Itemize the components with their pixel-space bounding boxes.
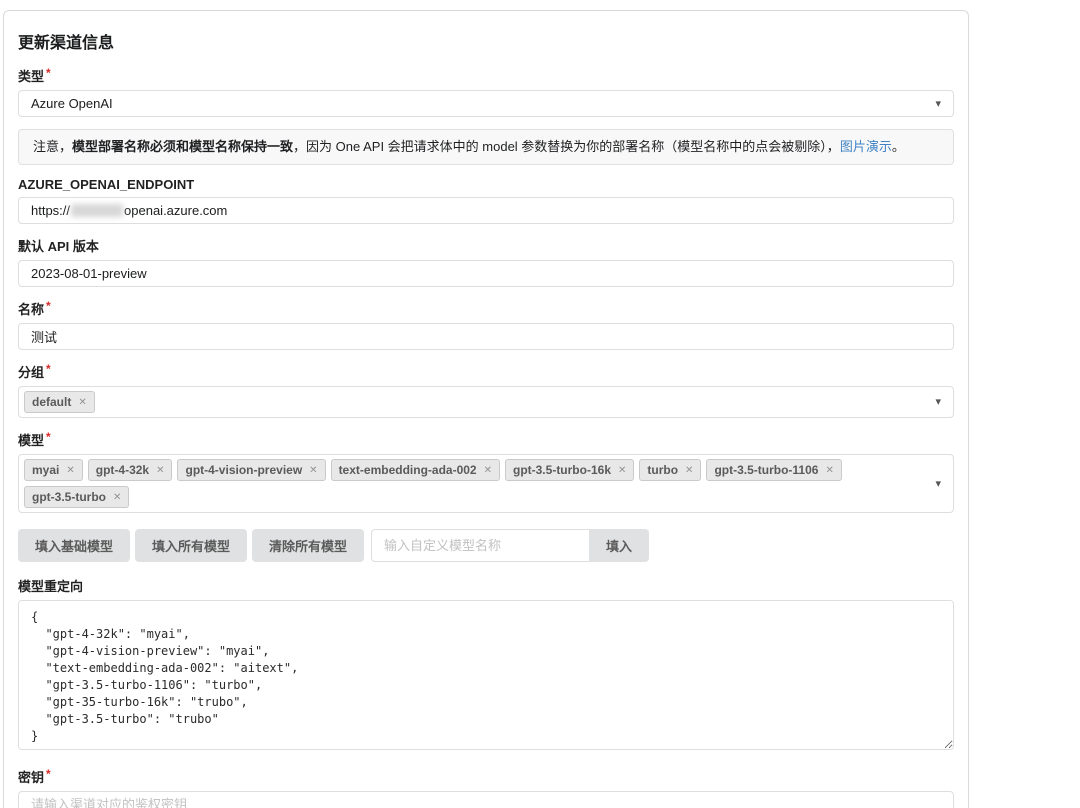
- name-label-text: 名称: [18, 302, 44, 317]
- fill-all-models-button[interactable]: 填入所有模型: [135, 529, 247, 562]
- required-asterisk: *: [46, 767, 51, 781]
- api-version-label: 默认 API 版本: [18, 236, 954, 255]
- group-label-text: 分组: [18, 365, 44, 380]
- models-multiselect[interactable]: myai✕gpt-4-32k✕gpt-4-vision-preview✕text…: [18, 454, 954, 513]
- custom-model-group: 填入: [371, 529, 649, 562]
- tag-delete-icon[interactable]: ✕: [156, 465, 164, 476]
- field-api-version: 默认 API 版本: [18, 236, 954, 287]
- image-demo-link[interactable]: 图片演示: [840, 139, 892, 154]
- name-label: 名称*: [18, 299, 954, 318]
- tag-delete-icon[interactable]: ✕: [685, 465, 693, 476]
- selected-tag[interactable]: text-embedding-ada-002 ✕: [331, 459, 500, 481]
- tag-label: gpt-4-32k: [96, 463, 149, 477]
- tag-label: text-embedding-ada-002: [339, 463, 477, 477]
- selected-tag[interactable]: gpt-3.5-turbo ✕: [24, 486, 129, 508]
- field-group: 分组* default ✕ ▾: [18, 362, 954, 418]
- custom-model-input[interactable]: [371, 529, 589, 562]
- key-label: 密钥*: [18, 767, 954, 786]
- tag-label: gpt-3.5-turbo-16k: [513, 463, 611, 477]
- chevron-down-icon: ▾: [935, 395, 941, 408]
- required-asterisk: *: [46, 430, 51, 444]
- key-label-text: 密钥: [18, 770, 44, 785]
- endpoint-label: AZURE_OPENAI_ENDPOINT: [18, 177, 954, 192]
- tag-delete-icon[interactable]: ✕: [78, 397, 86, 408]
- tag-label: gpt-3.5-turbo-1106: [714, 463, 818, 477]
- tag-label: myai: [32, 463, 59, 477]
- endpoint-value-prefix: https://: [31, 203, 70, 218]
- notice-bold: 模型部署名称必须和模型名称保持一致: [72, 139, 293, 154]
- model-mapping-label: 模型重定向: [18, 576, 954, 595]
- notice-middle: ，因为 One API 会把请求体中的 model 参数替换为你的部署名称（模型…: [293, 139, 840, 154]
- notice-suffix: 。: [892, 139, 905, 154]
- page-title: 更新渠道信息: [18, 29, 954, 53]
- tag-delete-icon[interactable]: ✕: [113, 492, 121, 503]
- models-label: 模型*: [18, 430, 954, 449]
- models-label-text: 模型: [18, 433, 44, 448]
- notice-prefix: 注意，: [33, 139, 72, 154]
- fill-custom-model-button[interactable]: 填入: [589, 529, 649, 562]
- field-name: 名称*: [18, 299, 954, 350]
- selected-tag[interactable]: default ✕: [24, 391, 95, 413]
- notice-message: 注意，模型部署名称必须和模型名称保持一致，因为 One API 会把请求体中的 …: [18, 129, 954, 165]
- model-mapping-textarea[interactable]: { "gpt-4-32k": "myai", "gpt-4-vision-pre…: [18, 600, 954, 750]
- selected-tag[interactable]: myai ✕: [24, 459, 83, 481]
- type-select-value: Azure OpenAI: [31, 96, 113, 111]
- endpoint-value-suffix: openai.azure.com: [124, 203, 227, 218]
- tag-delete-icon[interactable]: ✕: [309, 465, 317, 476]
- selected-tag[interactable]: gpt-3.5-turbo-1106 ✕: [706, 459, 841, 481]
- type-label-text: 类型: [18, 69, 44, 84]
- tag-label: gpt-3.5-turbo: [32, 490, 106, 504]
- selected-tag[interactable]: gpt-4-vision-preview ✕: [177, 459, 325, 481]
- tag-delete-icon[interactable]: ✕: [484, 465, 492, 476]
- selected-tag[interactable]: turbo ✕: [639, 459, 701, 481]
- tag-delete-icon[interactable]: ✕: [618, 465, 626, 476]
- tag-delete-icon[interactable]: ✕: [66, 465, 74, 476]
- tag-delete-icon[interactable]: ✕: [825, 465, 833, 476]
- required-asterisk: *: [46, 362, 51, 376]
- model-tools-row: 填入基础模型 填入所有模型 清除所有模型 填入: [18, 529, 954, 562]
- group-label: 分组*: [18, 362, 954, 381]
- tag-label: turbo: [647, 463, 678, 477]
- clear-all-models-button[interactable]: 清除所有模型: [252, 529, 364, 562]
- name-input[interactable]: [18, 323, 954, 350]
- chevron-down-icon: ▾: [935, 96, 941, 109]
- endpoint-redacted-segment: [71, 204, 123, 217]
- endpoint-input[interactable]: https:// openai.azure.com: [18, 197, 954, 224]
- field-model-mapping: 模型重定向 { "gpt-4-32k": "myai", "gpt-4-visi…: [18, 576, 954, 755]
- key-input[interactable]: [18, 791, 954, 808]
- selected-tag[interactable]: gpt-3.5-turbo-16k ✕: [505, 459, 634, 481]
- type-select[interactable]: Azure OpenAI ▾: [18, 90, 954, 117]
- field-key: 密钥*: [18, 767, 954, 808]
- selected-tag[interactable]: gpt-4-32k ✕: [88, 459, 173, 481]
- channel-edit-card: 更新渠道信息 类型* Azure OpenAI ▾ 注意，模型部署名称必须和模型…: [3, 10, 969, 808]
- field-endpoint: AZURE_OPENAI_ENDPOINT https:// openai.azu…: [18, 177, 954, 224]
- chevron-down-icon: ▾: [935, 476, 941, 489]
- tag-label: gpt-4-vision-preview: [185, 463, 302, 477]
- required-asterisk: *: [46, 299, 51, 313]
- group-multiselect[interactable]: default ✕ ▾: [18, 386, 954, 418]
- field-type: 类型* Azure OpenAI ▾: [18, 66, 954, 117]
- field-models: 模型* myai ✕ gpt-4-32k ✕ gpt-4-vision-preview ✕…: [18, 430, 954, 513]
- fill-base-models-button[interactable]: 填入基础模型: [18, 529, 130, 562]
- type-label: 类型*: [18, 66, 954, 85]
- api-version-input[interactable]: [18, 260, 954, 287]
- tag-label: default: [32, 395, 71, 409]
- required-asterisk: *: [46, 66, 51, 80]
